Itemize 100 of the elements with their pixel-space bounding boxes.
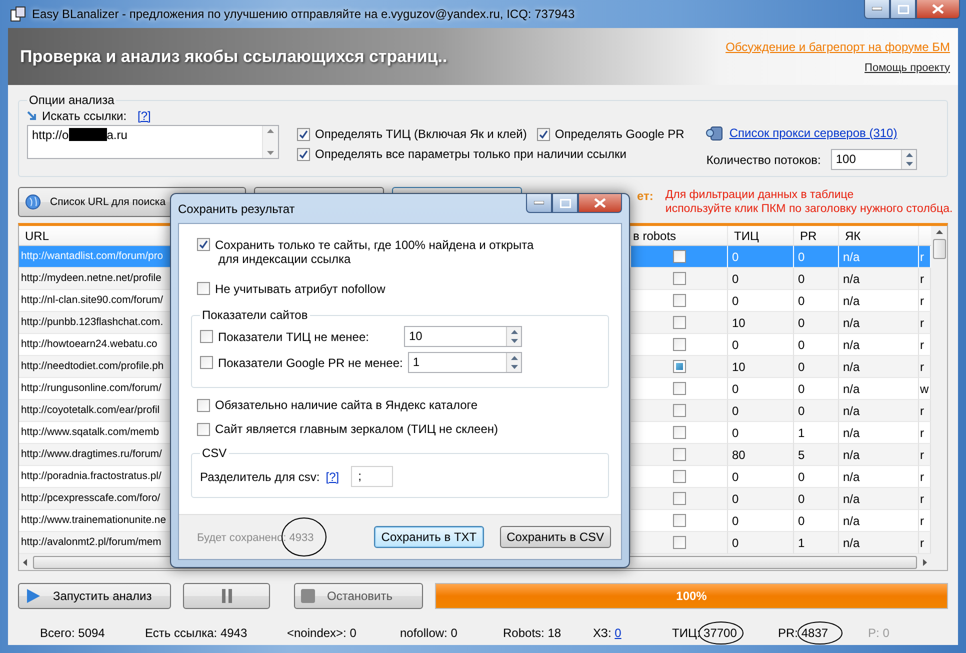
url-cell[interactable]: http://punbb.123flashchat.com. (19, 312, 171, 334)
table-cell: n/a (839, 422, 919, 444)
table-cell: 0 (794, 356, 839, 378)
status-item: ХЗ: 0 (593, 626, 622, 640)
checkbox[interactable] (672, 338, 686, 351)
url-text-area[interactable]: http://o a.ru (27, 125, 279, 159)
scroll-right-icon[interactable] (923, 558, 927, 566)
table-cell: r (919, 312, 931, 334)
table-cell: r (919, 246, 931, 268)
scroll-left-icon[interactable] (23, 558, 27, 566)
scroll-up-icon[interactable] (267, 129, 274, 133)
pause-button[interactable] (183, 583, 270, 609)
minimize-button[interactable] (526, 194, 552, 213)
minimize-icon (872, 7, 882, 11)
table-cell: 0 (728, 532, 794, 554)
checkbox[interactable] (672, 404, 686, 417)
proxy-list-link[interactable]: Список прокси серверов (310) (729, 126, 898, 140)
checkbox[interactable] (197, 282, 210, 295)
table-cell: 5 (794, 444, 839, 466)
status-item: Всего: 5094 (40, 626, 106, 640)
checkbox[interactable] (197, 422, 210, 436)
number-field[interactable]: 1 (408, 352, 522, 373)
url-cell[interactable]: http://avalonmt2.pl/forum/mem (19, 532, 171, 554)
minimize-button[interactable] (864, 0, 890, 19)
table-cell: r (919, 356, 931, 378)
checkbox[interactable] (672, 360, 686, 373)
save-button[interactable]: Сохранить в TXT (374, 526, 484, 548)
close-button[interactable] (916, 0, 960, 19)
checkbox[interactable] (200, 356, 213, 369)
table-cell: w (919, 378, 931, 400)
checkbox-label: Показатели Google PR не менее: (218, 356, 403, 370)
save-button[interactable]: Сохранить в CSV (500, 526, 611, 548)
maximize-button[interactable] (890, 0, 916, 19)
table-cell: r (919, 444, 931, 466)
checkbox[interactable] (672, 448, 686, 461)
checkbox[interactable] (672, 492, 686, 505)
url-cell[interactable]: http://needtodiet.com/profile.ph (19, 356, 171, 378)
column-header[interactable]: ТИЦ (728, 226, 794, 246)
checkbox[interactable] (200, 330, 213, 343)
table-cell: r (919, 422, 931, 444)
url-cell[interactable]: http://pcexpresscafe.com/foro/ (19, 488, 171, 510)
checkbox[interactable] (672, 250, 686, 263)
table-cell: 1 (794, 532, 839, 554)
table-cell: r (919, 510, 931, 532)
number-field[interactable]: 100 (830, 149, 917, 170)
help-link[interactable]: [?] (326, 470, 340, 484)
scroll-thumb[interactable] (932, 239, 946, 259)
table-cell: 0 (728, 290, 794, 312)
maximize-button[interactable] (552, 194, 578, 213)
url-cell[interactable]: http://mydeen.netne.net/profile (19, 268, 171, 290)
status-item: nofollow: 0 (400, 626, 458, 640)
separator-field[interactable]: ; (351, 466, 394, 487)
table-cell: 0 (794, 334, 839, 356)
checkbox[interactable] (297, 128, 310, 140)
secret-label: ет: (637, 189, 654, 203)
checkbox[interactable] (672, 514, 686, 527)
checkbox[interactable] (536, 128, 550, 140)
column-header[interactable]: PR (794, 226, 839, 246)
checkbox[interactable] (197, 238, 210, 251)
progress-label: 100% (675, 589, 708, 603)
table-cell: r (919, 400, 931, 422)
table-cell: 1 (794, 422, 839, 444)
checkbox[interactable] (672, 470, 686, 483)
close-icon (932, 4, 944, 14)
checkbox[interactable] (297, 148, 310, 160)
table-cell: 0 (728, 400, 794, 422)
table-cell: r (919, 268, 931, 290)
checkbox[interactable] (672, 272, 686, 285)
url-cell[interactable]: http://coyotetalk.com/ear/profil (19, 400, 171, 422)
checkbox[interactable] (672, 426, 686, 439)
group-label: Опции анализа (28, 93, 116, 107)
url-cell[interactable]: http://www.dragtimes.ru/forum/ (19, 444, 171, 466)
stop-button[interactable]: Остановить (294, 583, 423, 609)
help-link[interactable]: Помощь проекту (864, 62, 950, 74)
maximize-icon (560, 198, 570, 208)
scroll-up-icon[interactable] (936, 230, 942, 234)
page-title: Проверка и анализ якобы ссылающихся страниц.. (20, 46, 448, 66)
table-cell: 80 (728, 444, 794, 466)
checkbox[interactable] (672, 536, 686, 549)
checkbox[interactable] (197, 398, 210, 412)
column-header[interactable]: ЯК (839, 226, 919, 246)
column-header[interactable]: в robots (631, 226, 728, 246)
status-item: Есть ссылка: 4943 (145, 626, 248, 640)
table-cell: 0 (794, 268, 839, 290)
table-cell: 0 (794, 312, 839, 334)
table-cell: n/a (839, 488, 919, 510)
status-item: P: 0 (868, 626, 890, 640)
number-field[interactable]: 10 (404, 326, 522, 347)
status-link[interactable]: 0 (614, 626, 622, 640)
checkbox[interactable] (672, 294, 686, 307)
table-cell: n/a (839, 356, 919, 378)
checkbox[interactable] (672, 382, 686, 395)
filter-hint: Для фильтрации данных в таблице используйте клик ПКМ по заголовку нужного столбца. (665, 188, 953, 216)
checkbox-label: Определять Google PR (554, 127, 684, 141)
scroll-down-icon[interactable] (267, 151, 274, 155)
close-button[interactable] (578, 194, 622, 213)
checkbox[interactable] (672, 316, 686, 329)
help-link[interactable]: [?] (138, 109, 151, 123)
start-button[interactable]: Запустить анализ (18, 583, 171, 609)
vertical-scrollbar[interactable] (931, 226, 947, 554)
